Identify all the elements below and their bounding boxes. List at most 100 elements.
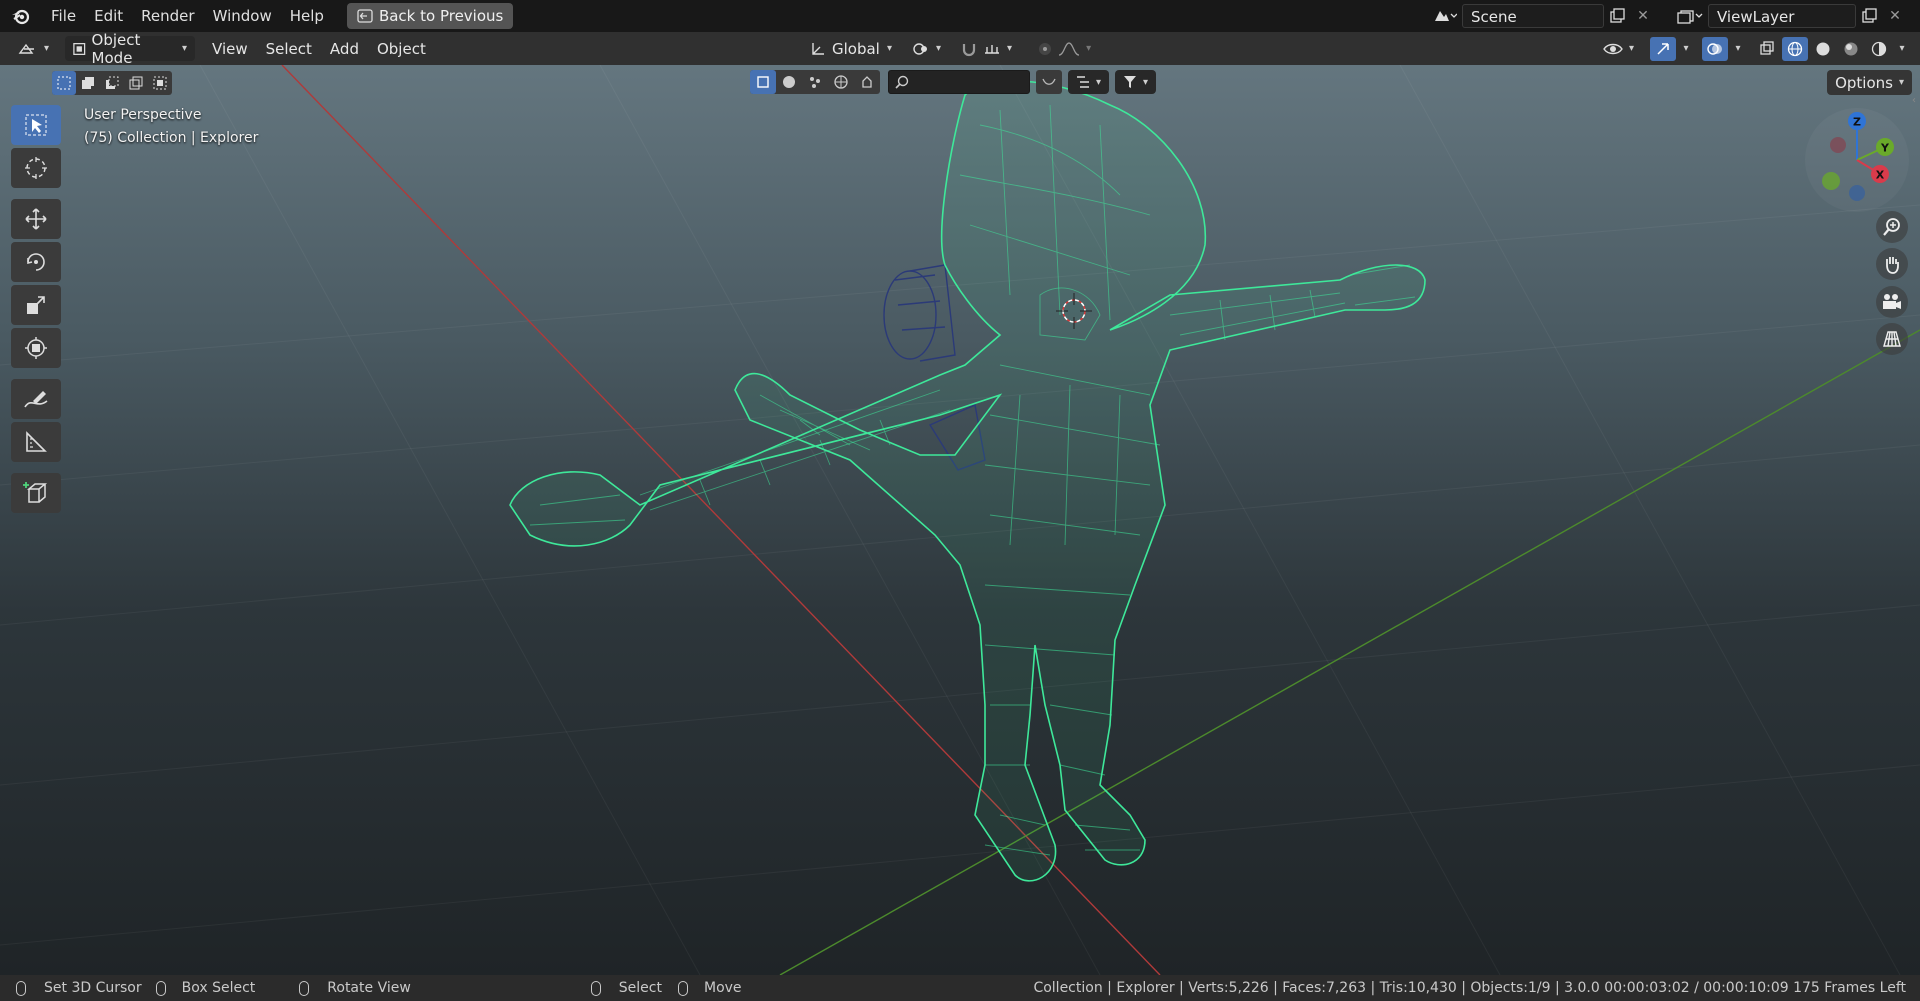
filter-dropdown[interactable]: ▾ xyxy=(1115,70,1157,94)
filter-physics-icon[interactable] xyxy=(854,70,880,94)
scene-close-icon[interactable]: ✕ xyxy=(1630,4,1656,28)
gizmo-z-label: Z xyxy=(1853,116,1861,129)
select-intersect-icon[interactable] xyxy=(148,71,172,95)
pan-hand-icon[interactable] xyxy=(1876,248,1908,280)
orientation-icon xyxy=(812,42,824,55)
shading-dropdown-caret[interactable]: ▾ xyxy=(1894,37,1910,61)
header-menu-object[interactable]: Object xyxy=(368,40,435,58)
pivot-icon xyxy=(913,42,927,55)
menu-edit[interactable]: Edit xyxy=(85,0,132,32)
back-to-previous-button[interactable]: Back to Previous xyxy=(346,3,514,29)
shading-rendered-icon[interactable] xyxy=(1866,37,1892,61)
annotate-icon[interactable] xyxy=(11,379,61,419)
rotate-icon[interactable] xyxy=(11,242,61,282)
mode-label: Object Mode xyxy=(91,30,141,67)
shading-wireframe-icon[interactable] xyxy=(1782,36,1808,61)
gizmo-y-label: Y xyxy=(1880,142,1890,155)
display-mode-dropdown[interactable]: ▾ xyxy=(1068,70,1110,94)
viewlayer-close-icon[interactable]: ✕ xyxy=(1882,4,1908,28)
blender-logo-icon[interactable] xyxy=(0,0,42,32)
select-new-icon[interactable] xyxy=(52,71,76,95)
scene-browse-icon[interactable] xyxy=(1428,4,1462,28)
xray-toggle-icon[interactable] xyxy=(1754,37,1780,61)
orientation-dropdown[interactable]: Global ▾ xyxy=(802,36,900,61)
gizmo-neg-x[interactable] xyxy=(1830,137,1846,153)
options-dropdown[interactable]: Options ▾ xyxy=(1827,70,1912,95)
measure-icon[interactable] xyxy=(11,422,61,462)
sidebar-toggle-icon[interactable]: ‹ xyxy=(1912,95,1920,109)
cursor-icon[interactable] xyxy=(11,148,61,188)
mouse-drag-icon xyxy=(155,980,166,996)
menu-render[interactable]: Render xyxy=(132,0,203,32)
status-select-label: Select xyxy=(618,980,662,996)
transform-icon[interactable] xyxy=(11,328,61,368)
character-wireframe xyxy=(509,80,1426,882)
status-move: Move xyxy=(678,980,742,996)
shading-solid-icon[interactable] xyxy=(1810,37,1836,61)
status-box-select: Box Select xyxy=(155,980,256,996)
camera-view-icon[interactable] xyxy=(1876,286,1908,318)
header-menu-add[interactable]: Add xyxy=(321,40,368,58)
shading-material-icon[interactable] xyxy=(1838,37,1864,61)
gizmo-x-label: X xyxy=(1876,169,1885,182)
viewlayer-browse-icon[interactable] xyxy=(1672,4,1708,28)
gizmo-dropdown-caret[interactable]: ▾ xyxy=(1678,37,1694,61)
overlays-toggle-icon[interactable] xyxy=(1702,36,1728,61)
options-label: Options xyxy=(1835,73,1893,92)
select-subtract-icon[interactable] xyxy=(100,71,124,95)
move-icon[interactable] xyxy=(11,199,61,239)
status-select: Select xyxy=(590,980,662,996)
add-cube-icon[interactable] xyxy=(11,473,61,513)
filter-object-icon[interactable] xyxy=(750,70,776,94)
proportional-edit-icon xyxy=(1039,42,1052,55)
3d-viewport[interactable]: ▾ ▾ Options ▾ User Perspective (75) Coll… xyxy=(0,65,1920,975)
viewlayer-name-field[interactable]: ViewLayer xyxy=(1708,4,1856,28)
select-extend-icon[interactable] xyxy=(76,71,100,95)
editor-type-dropdown[interactable]: ▾ xyxy=(10,36,57,61)
viewlayer-new-icon[interactable] xyxy=(1856,4,1882,28)
status-box-select-label: Box Select xyxy=(181,980,256,996)
gizmo-neg-z[interactable] xyxy=(1849,185,1865,201)
scene-new-icon[interactable] xyxy=(1604,4,1630,28)
filter-toggle-icon[interactable] xyxy=(1036,70,1062,94)
status-move-label: Move xyxy=(704,980,742,996)
viewport-search-input[interactable] xyxy=(888,70,1030,94)
menu-help[interactable]: Help xyxy=(281,0,333,32)
falloff-curve-icon xyxy=(1058,41,1080,56)
orientation-label: Global xyxy=(832,39,880,58)
overlays-dropdown-caret[interactable]: ▾ xyxy=(1730,37,1746,61)
menu-file[interactable]: File xyxy=(42,0,85,32)
snap-dropdown[interactable]: ▾ xyxy=(953,36,1020,61)
list-icon xyxy=(1077,76,1089,88)
visibility-dropdown[interactable]: ▾ xyxy=(1595,36,1642,61)
scene-statistics: Collection | Explorer | Verts:5,226 | Fa… xyxy=(1033,980,1906,996)
header-menu-select[interactable]: Select xyxy=(257,40,321,58)
status-bar: Set 3D Cursor Box Select Rotate View Sel… xyxy=(0,975,1920,1001)
menu-window[interactable]: Window xyxy=(204,0,281,32)
mode-dropdown[interactable]: Object Mode ▾ xyxy=(65,31,196,67)
snap-increment-icon xyxy=(985,44,1000,54)
gizmo-toggle-icon[interactable] xyxy=(1650,36,1676,61)
back-icon xyxy=(357,9,373,23)
pivot-dropdown[interactable]: ▾ xyxy=(904,36,949,61)
scale-icon[interactable] xyxy=(11,285,61,325)
filter-particles-icon[interactable] xyxy=(802,70,828,94)
filter-material-icon[interactable] xyxy=(776,70,802,94)
zoom-icon[interactable] xyxy=(1876,211,1908,243)
status-rotate-view: Rotate View xyxy=(299,980,411,996)
object-mode-icon xyxy=(73,42,86,55)
proportional-edit-dropdown[interactable]: ▾ xyxy=(1030,36,1099,61)
perspective-toggle-icon[interactable] xyxy=(1876,323,1908,355)
navigation-gizmo[interactable]: Z Y X xyxy=(1802,105,1912,215)
select-invert-icon[interactable] xyxy=(124,71,148,95)
select-box-icon[interactable] xyxy=(11,105,61,145)
snap-magnet-icon xyxy=(962,43,976,56)
gizmo-neg-y[interactable] xyxy=(1822,172,1840,190)
scene-name-field[interactable]: Scene xyxy=(1462,4,1604,28)
eye-icon xyxy=(1603,43,1623,54)
header-menu-view[interactable]: View xyxy=(203,40,257,58)
mouse-right-drag-icon xyxy=(678,980,688,996)
viewport-canvas xyxy=(0,65,1920,975)
filter-world-icon[interactable] xyxy=(828,70,854,94)
viewport-info: User Perspective (75) Collection | Explo… xyxy=(84,104,258,150)
